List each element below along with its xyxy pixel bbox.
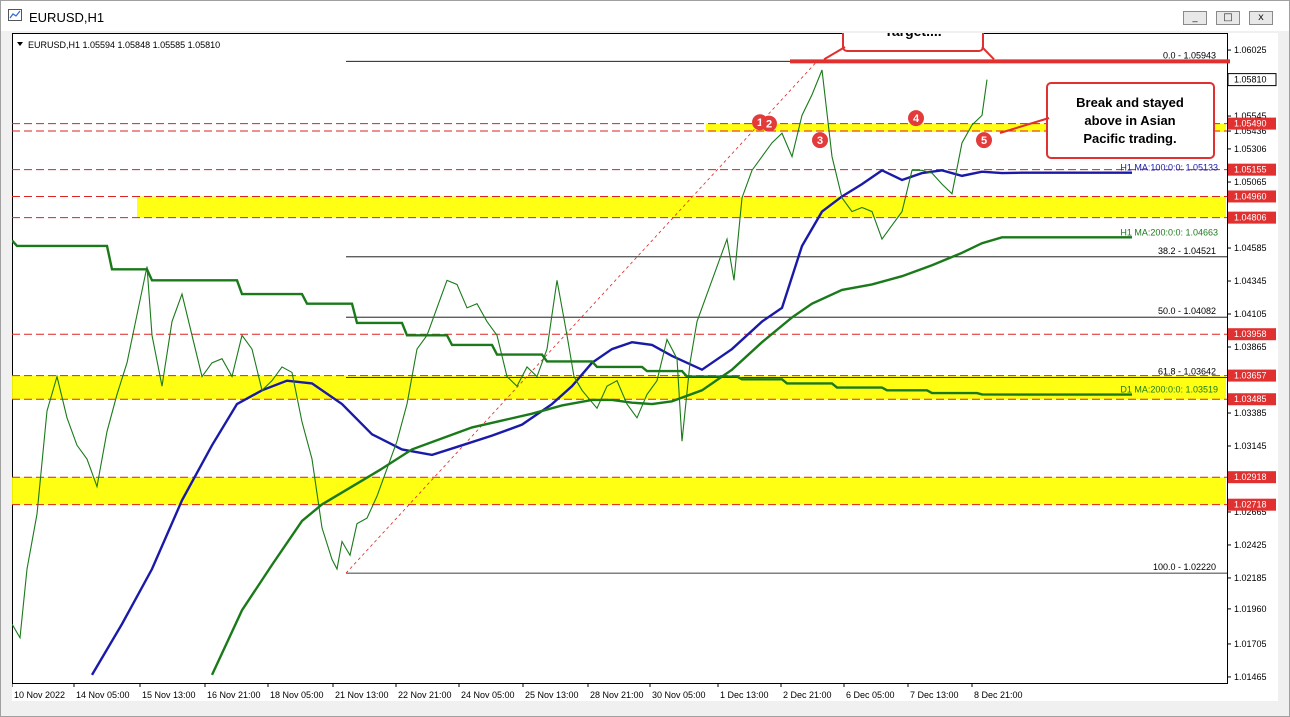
window-title: EURUSD,H1 <box>29 10 105 25</box>
x-tick-label: 7 Dec 13:00 <box>910 690 959 700</box>
y-tick-label: 1.06025 <box>1234 45 1267 55</box>
y-tick-label: 1.05306 <box>1234 144 1267 154</box>
fibonacci-label: 0.0 - 1.05943 <box>1163 50 1216 60</box>
x-tick-label: 28 Nov 21:00 <box>590 690 644 700</box>
chart-window: EURUSD,H1 _ □ x 0.0 - 1.05943 38.2 - 1.04… <box>0 0 1290 717</box>
y-tick-label: 1.03385 <box>1234 408 1267 418</box>
break-callout-text: Pacific trading. <box>1083 131 1176 146</box>
x-tick-label: 25 Nov 13:00 <box>525 690 579 700</box>
fibonacci-label: 100.0 - 1.02220 <box>1153 562 1216 572</box>
level-price-label: 1.04960 <box>1234 191 1267 201</box>
y-tick-label: 1.04105 <box>1234 309 1267 319</box>
y-tick-label: 1.03865 <box>1234 342 1267 352</box>
break-callout-text: above in Asian <box>1084 113 1175 128</box>
y-tick-label: 1.04345 <box>1234 276 1267 286</box>
x-tick-label: 6 Dec 05:00 <box>846 690 895 700</box>
level-price-label: 1.03958 <box>1234 329 1267 339</box>
x-tick-label: 21 Nov 13:00 <box>335 690 389 700</box>
marker-number: 2 <box>766 119 772 131</box>
marker-number: 4 <box>913 113 920 125</box>
y-tick-label: 1.01960 <box>1234 604 1267 614</box>
level-price-label: 1.05490 <box>1234 119 1267 129</box>
fibonacci-label: 50.0 - 1.04082 <box>1158 306 1216 316</box>
marker-number: 5 <box>981 135 987 147</box>
level-price-label: 1.05155 <box>1234 165 1267 175</box>
moving-average-label: H1 MA:200:0:0: 1.04663 <box>1120 227 1218 237</box>
title-bar[interactable]: EURUSD,H1 _ □ x <box>1 1 1289 31</box>
x-tick-label: 10 Nov 2022 <box>14 690 65 700</box>
level-price-label: 1.02718 <box>1234 500 1267 510</box>
chart-icon <box>8 9 22 21</box>
y-tick-label: 1.01705 <box>1234 639 1267 649</box>
break-callout-text: Break and stayed <box>1076 95 1184 110</box>
fibonacci-label: 61.8 - 1.03642 <box>1158 367 1216 377</box>
x-tick-label: 15 Nov 13:00 <box>142 690 196 700</box>
level-price-label: 1.02918 <box>1234 472 1267 482</box>
y-tick-label: 1.03145 <box>1234 441 1267 451</box>
price-chart[interactable]: 0.0 - 1.05943 38.2 - 1.04521 50.0 - 1.0408… <box>12 33 1278 701</box>
x-tick-label: 16 Nov 21:00 <box>207 690 261 700</box>
y-tick-label: 1.01465 <box>1234 672 1267 682</box>
y-tick-label: 1.05065 <box>1234 177 1267 187</box>
current-price-label: 1.05810 <box>1234 75 1267 85</box>
y-tick-label: 1.02185 <box>1234 573 1267 583</box>
moving-average-label: D1 MA:200:0:0: 1.03519 <box>1120 385 1218 395</box>
close-button[interactable]: x <box>1249 11 1273 25</box>
fibonacci-label: 38.2 - 1.04521 <box>1158 246 1216 256</box>
x-tick-label: 1 Dec 13:00 <box>720 690 769 700</box>
y-tick-label: 1.02425 <box>1234 540 1267 550</box>
x-tick-label: 8 Dec 21:00 <box>974 690 1023 700</box>
x-tick-label: 24 Nov 05:00 <box>461 690 515 700</box>
yellow-zone <box>12 477 1226 505</box>
x-tick-label: 22 Nov 21:00 <box>398 690 452 700</box>
x-tick-label: 30 Nov 05:00 <box>652 690 706 700</box>
level-price-label: 1.03485 <box>1234 394 1267 404</box>
x-tick-label: 18 Nov 05:00 <box>270 690 324 700</box>
x-tick-label: 14 Nov 05:00 <box>76 690 130 700</box>
maximize-button[interactable]: □ <box>1216 11 1240 25</box>
moving-average-label: H1 MA:100:0:0: 1.05133 <box>1120 163 1218 173</box>
level-price-label: 1.03657 <box>1234 371 1267 381</box>
marker-number: 3 <box>817 135 823 147</box>
minimize-button[interactable]: _ <box>1183 11 1207 25</box>
x-tick-label: 2 Dec 21:00 <box>783 690 832 700</box>
symbol-info: EURUSD,H1 1.05594 1.05848 1.05585 1.0581… <box>28 40 220 50</box>
yellow-zone <box>137 196 1226 218</box>
y-tick-label: 1.04585 <box>1234 243 1267 253</box>
target-callout-text: Target.... <box>884 33 941 39</box>
level-price-label: 1.04806 <box>1234 213 1267 223</box>
